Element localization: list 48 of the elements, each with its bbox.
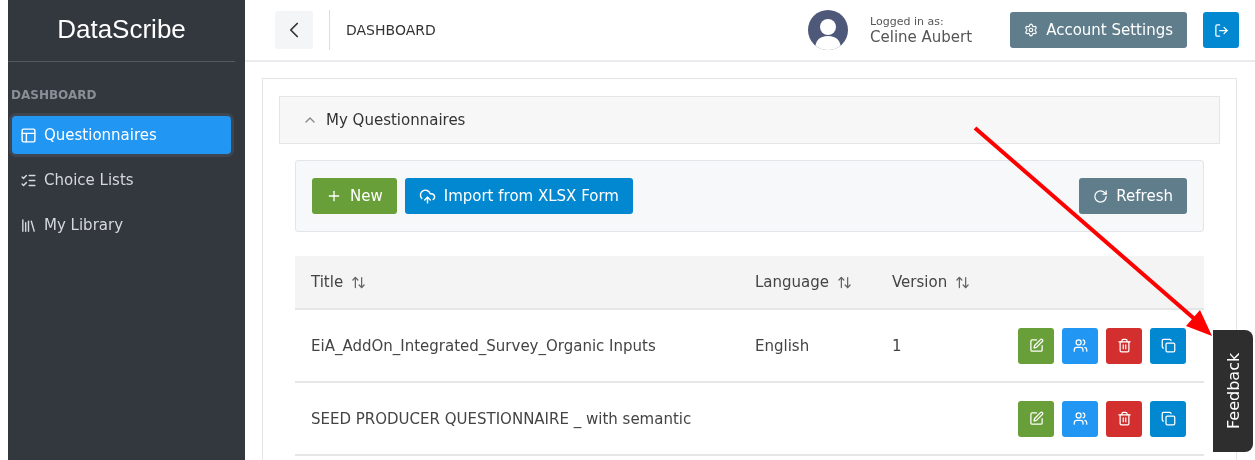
logout-button[interactable] [1203,12,1239,48]
user-name: Celine Aubert [870,27,973,46]
column-header[interactable]: Title [311,273,344,291]
sort-icon[interactable] [955,274,971,290]
delete-button[interactable] [1106,400,1142,437]
account-settings-button[interactable]: Account Settings [1010,12,1187,48]
delete-button[interactable] [1106,327,1142,364]
cloud-upload-icon [418,187,436,205]
back-button[interactable] [275,11,313,49]
logout-icon [1213,22,1229,38]
edit-icon [1028,411,1044,426]
copy-icon [1160,338,1176,353]
column-header[interactable]: Language [755,273,830,291]
panel-title: My Questionnaires [326,111,466,129]
table-cell-text: SEED PRODUCER QUESTIONNAIRE _ with semantic [311,409,693,428]
sidebar-item[interactable]: Choice Lists [12,161,231,199]
copy-button[interactable] [1150,400,1186,437]
import-button[interactable]: Import from XLSX Form [404,178,633,214]
table-cell-text: 1 [892,336,903,355]
panel-icon [20,126,37,144]
table-cell-text: English [755,336,811,355]
copy-icon [1160,411,1176,426]
page-title: DASHBOARD [346,22,436,38]
edit-button[interactable] [1018,400,1054,437]
share-button[interactable] [1062,400,1098,437]
brand-logo: DataScribe [8,0,235,62]
trash-icon [1116,411,1132,426]
column-header[interactable]: Version [892,273,948,291]
table-cell-text: EiA_AddOn_Integrated_Survey_Organic Inputs [311,336,657,355]
copy-button[interactable] [1150,327,1186,364]
feedback-tab[interactable]: Feedback [1213,330,1253,452]
section-label: DASHBOARD [11,88,97,102]
plus-icon [326,188,342,204]
avatar-icon [808,10,849,50]
sort-icon[interactable] [837,274,853,290]
settings-icon [1024,23,1039,37]
sidebar-item[interactable]: My Library [12,206,231,244]
users-icon [1072,411,1088,426]
trash-icon [1116,338,1132,353]
sort-icon[interactable] [351,274,367,290]
library-icon [20,216,37,234]
users-icon [1072,338,1088,353]
share-button[interactable] [1062,327,1098,364]
edit-button[interactable] [1018,327,1054,364]
refresh-button[interactable]: Refresh [1079,178,1187,214]
edit-icon [1028,338,1044,353]
user-caption: Logged in as: [870,14,945,28]
refresh-icon [1093,188,1109,204]
